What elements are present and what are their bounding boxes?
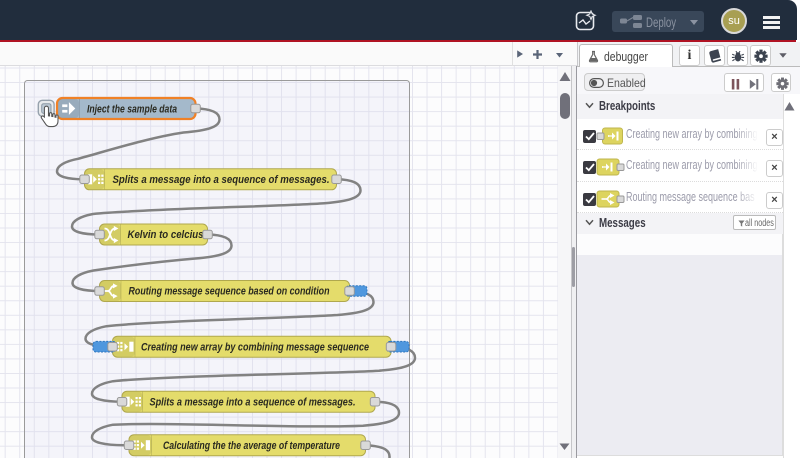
svg-text:Splits a message into a sequen: Splits a message into a sequence of mess… [150, 396, 356, 408]
svg-text:Inject the sample data: Inject the sample data [87, 103, 177, 115]
svg-text:Creating new array by combinin: Creating new array by combining message … [141, 341, 369, 353]
svg-text:Kelvin to celcius: Kelvin to celcius [128, 229, 204, 241]
svg-text:Splits a message into a sequen: Splits a message into a sequence of mess… [113, 174, 330, 186]
svg-text:Calculating the the average of: Calculating the the average of temperatu… [163, 440, 340, 452]
svg-text:Routing message sequence based: Routing message sequence based on condit… [129, 286, 330, 298]
